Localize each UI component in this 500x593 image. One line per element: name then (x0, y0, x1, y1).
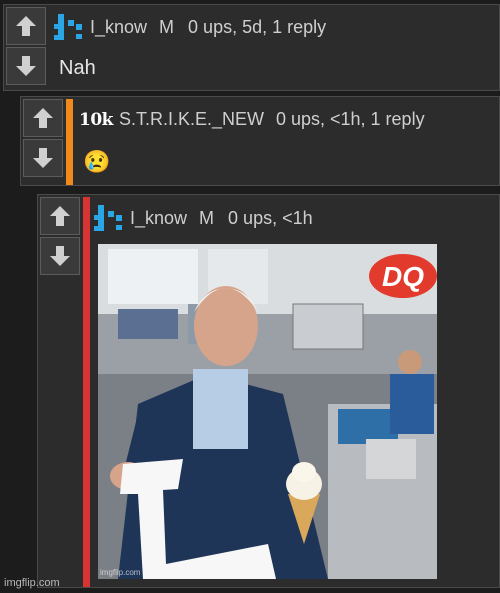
comment-body-emoji: 😢 (83, 149, 111, 174)
imgflip-watermark: imgflip.com (4, 577, 60, 589)
comment-meta: I_know M 0 ups, <1h (94, 205, 313, 231)
downvote-button[interactable] (6, 47, 46, 85)
arrow-up-icon (50, 206, 70, 226)
meme-image[interactable]: DQ imgflip.com (98, 244, 437, 579)
dq-logo-text: DQ (382, 261, 424, 292)
reply-depth-stripe (83, 197, 90, 587)
comment-stats: 0 ups, <1h (228, 207, 313, 228)
username-link[interactable]: I_know (130, 208, 187, 229)
pixel-avatar-icon (54, 14, 82, 40)
user-flag: M (199, 207, 215, 228)
vote-column (23, 99, 63, 179)
comment-body: Nah (59, 57, 96, 79)
arrow-up-icon (33, 108, 53, 128)
downvote-button[interactable] (40, 237, 80, 275)
comment-3: I_know M 0 ups, <1h DQ imgflip.com (37, 194, 500, 588)
meme-illustration: DQ (98, 244, 437, 579)
comment-meta: 10k S.T.R.I.K.E._NEW 0 ups, <1h, 1 reply (79, 109, 425, 130)
comment-meta: I_know M 0 ups, 5d, 1 reply (54, 14, 326, 40)
comment-stats: 0 ups, 5d, 1 reply (188, 16, 327, 37)
comment-stats: 0 ups, <1h, 1 reply (275, 109, 425, 129)
upvote-button[interactable] (6, 7, 46, 45)
comment-1: I_know M 0 ups, 5d, 1 reply Nah (3, 4, 500, 91)
points-badge: 10k (79, 109, 113, 130)
user-flag: M (159, 16, 175, 37)
username-link[interactable]: I_know (90, 17, 147, 38)
arrow-down-icon (33, 148, 53, 168)
arrow-down-icon (16, 56, 36, 76)
arrow-up-icon (16, 16, 36, 36)
arrow-down-icon (50, 246, 70, 266)
vote-column (40, 197, 80, 277)
reply-depth-stripe (66, 99, 73, 185)
username-link[interactable]: S.T.R.I.K.E._NEW (119, 109, 264, 130)
downvote-button[interactable] (23, 139, 63, 177)
vote-column (6, 7, 46, 87)
upvote-button[interactable] (23, 99, 63, 137)
pixel-avatar-icon (94, 205, 122, 231)
upvote-button[interactable] (40, 197, 80, 235)
comment-2: 10k S.T.R.I.K.E._NEW 0 ups, <1h, 1 reply… (20, 96, 500, 186)
image-watermark: imgflip.com (100, 568, 141, 577)
